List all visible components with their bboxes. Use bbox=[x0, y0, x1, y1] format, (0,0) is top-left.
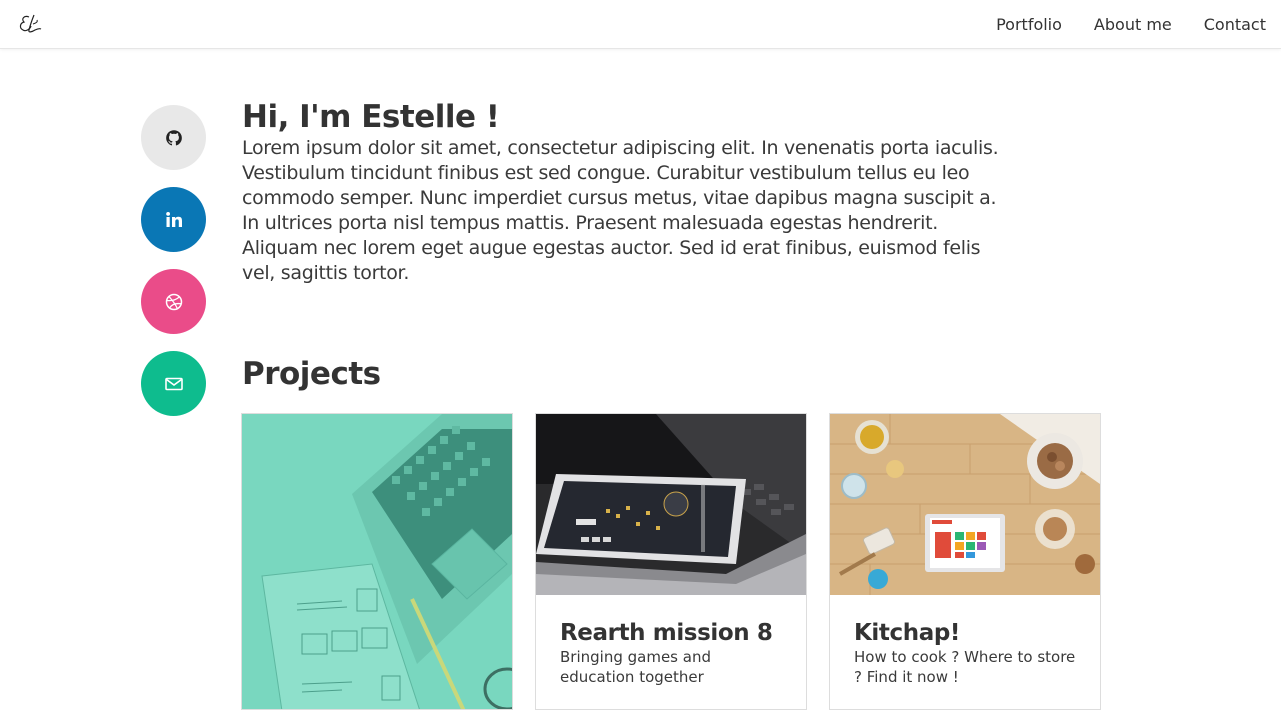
project-image-notebook-laptop bbox=[242, 414, 512, 709]
project-card-3[interactable]: Kitchap! How to cook ? Where to store ? … bbox=[829, 413, 1101, 710]
navbar: Portfolio About me Contact bbox=[0, 0, 1281, 49]
project-title: Kitchap! bbox=[854, 620, 960, 646]
dribbble-button[interactable] bbox=[141, 269, 206, 334]
linkedin-icon bbox=[165, 211, 182, 227]
logo[interactable] bbox=[17, 10, 45, 38]
project-description: How to cook ? Where to store ? Find it n… bbox=[854, 648, 1076, 686]
project-image-tablet bbox=[536, 414, 806, 595]
nav-contact[interactable]: Contact bbox=[1204, 15, 1266, 34]
intro-text: Lorem ipsum dolor sit amet, consectetur … bbox=[242, 137, 999, 284]
project-title: Rearth mission 8 bbox=[560, 620, 773, 646]
project-description: Bringing games and education together bbox=[560, 648, 711, 686]
github-icon bbox=[165, 129, 182, 145]
projects-heading: Projects bbox=[242, 356, 381, 392]
nav-portfolio[interactable]: Portfolio bbox=[996, 15, 1062, 34]
linkedin-button[interactable] bbox=[141, 187, 206, 252]
project-card-2[interactable]: Rearth mission 8 Bringing games and educ… bbox=[535, 413, 807, 710]
intro-section: Hi, I'm Estelle ! Lorem ipsum dolor sit … bbox=[242, 98, 1012, 286]
envelope-icon bbox=[164, 377, 183, 390]
social-links bbox=[141, 105, 207, 433]
project-card-1[interactable] bbox=[241, 413, 513, 710]
project-image-kitchen-table bbox=[830, 414, 1100, 595]
main-nav: Portfolio About me Contact bbox=[996, 0, 1281, 49]
project-card-3-body: Kitchap! How to cook ? Where to store ? … bbox=[854, 619, 1079, 687]
email-button[interactable] bbox=[141, 351, 206, 416]
github-button[interactable] bbox=[141, 105, 206, 170]
logo-script-icon bbox=[19, 14, 42, 33]
intro-heading: Hi, I'm Estelle ! bbox=[242, 99, 500, 135]
project-card-2-body: Rearth mission 8 Bringing games and educ… bbox=[560, 619, 785, 687]
nav-about-me[interactable]: About me bbox=[1094, 15, 1172, 34]
dribbble-icon bbox=[165, 293, 182, 310]
